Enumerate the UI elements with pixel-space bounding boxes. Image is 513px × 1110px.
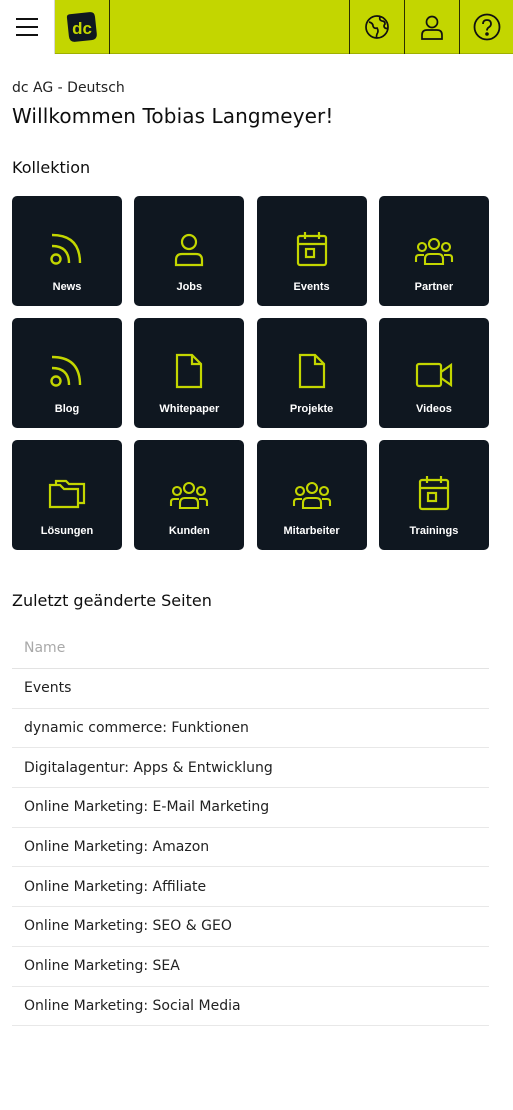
table-row[interactable]: Online Marketing: Affiliate bbox=[12, 867, 489, 908]
table-row[interactable]: Online Marketing: SEA bbox=[12, 947, 489, 987]
dc-logo[interactable]: dc bbox=[55, 0, 110, 54]
user-icon bbox=[421, 15, 443, 40]
user-button[interactable] bbox=[404, 0, 459, 54]
table-row[interactable]: Online Marketing: Social Media bbox=[12, 987, 489, 1027]
group-icon bbox=[414, 237, 453, 266]
table-row[interactable]: Events bbox=[12, 669, 489, 709]
tile-events[interactable]: Events bbox=[256, 196, 367, 306]
tile-label: Partner bbox=[414, 281, 454, 293]
calendar-icon bbox=[418, 476, 449, 511]
welcome-heading: Willkommen Tobias Langmeyer! bbox=[12, 104, 334, 128]
person-icon bbox=[175, 233, 204, 267]
video-camera-icon bbox=[415, 362, 452, 388]
tile-blog[interactable]: Blog bbox=[12, 318, 122, 428]
collection-title: Kollektion bbox=[12, 158, 91, 177]
table-row[interactable]: Online Marketing: SEO & GEO bbox=[12, 907, 489, 947]
help-icon bbox=[473, 13, 501, 41]
document-icon bbox=[176, 353, 203, 389]
hamburger-menu-icon[interactable] bbox=[0, 0, 55, 54]
help-button[interactable] bbox=[459, 0, 513, 54]
tile-whitepaper[interactable]: Whitepaper bbox=[134, 318, 245, 428]
table-row[interactable]: Online Marketing: E-Mail Marketing bbox=[12, 788, 489, 828]
tile-label: Jobs bbox=[176, 281, 203, 293]
document-icon bbox=[298, 353, 325, 389]
collection-grid: News Jobs Events Partner Blog Whitepaper… bbox=[12, 196, 489, 550]
globe-icon bbox=[365, 15, 389, 39]
table-row[interactable]: Digitalagentur: Apps & Entwicklung bbox=[12, 748, 489, 789]
tile-trainings[interactable]: Trainings bbox=[378, 440, 489, 550]
tile-kunden[interactable]: Kunden bbox=[134, 440, 245, 550]
tile-label: News bbox=[52, 281, 82, 293]
table-row[interactable]: Online Marketing: Amazon bbox=[12, 828, 489, 868]
tile-label: Whitepaper bbox=[159, 403, 220, 415]
tile-videos[interactable]: Videos bbox=[378, 318, 489, 428]
table-row[interactable]: dynamic commerce: Funktionen bbox=[12, 709, 489, 749]
recent-pages-table: Name Events dynamic commerce: Funktionen… bbox=[12, 628, 489, 1027]
group-icon bbox=[292, 481, 331, 510]
tile-news[interactable]: News bbox=[12, 196, 122, 306]
tile-label: Projekte bbox=[289, 403, 334, 415]
tile-label: Videos bbox=[415, 403, 452, 415]
folder-icon bbox=[48, 479, 86, 509]
organization-label: dc AG - Deutsch bbox=[12, 80, 125, 96]
tile-jobs[interactable]: Jobs bbox=[134, 196, 245, 306]
calendar-icon bbox=[296, 232, 327, 267]
tile-partner[interactable]: Partner bbox=[378, 196, 489, 306]
tile-label: Kunden bbox=[168, 525, 210, 537]
tile-projekte[interactable]: Projekte bbox=[256, 318, 367, 428]
rss-icon bbox=[50, 355, 82, 387]
logo-text: dc bbox=[72, 19, 92, 38]
tile-label: Trainings bbox=[409, 525, 459, 537]
tile-label: Lösungen bbox=[40, 525, 94, 537]
top-bar: dc bbox=[0, 0, 513, 54]
tile-label: Mitarbeiter bbox=[283, 525, 340, 537]
recent-pages-title: Zuletzt geänderte Seiten bbox=[12, 591, 212, 610]
column-header-name[interactable]: Name bbox=[12, 628, 489, 669]
tile-mitarbeiter[interactable]: Mitarbeiter bbox=[256, 440, 367, 550]
group-icon bbox=[170, 481, 209, 510]
tile-loesungen[interactable]: Lösungen bbox=[12, 440, 122, 550]
tile-label: Events bbox=[293, 281, 330, 293]
rss-icon bbox=[50, 233, 82, 265]
tile-label: Blog bbox=[54, 403, 80, 415]
globe-button[interactable] bbox=[349, 0, 404, 54]
